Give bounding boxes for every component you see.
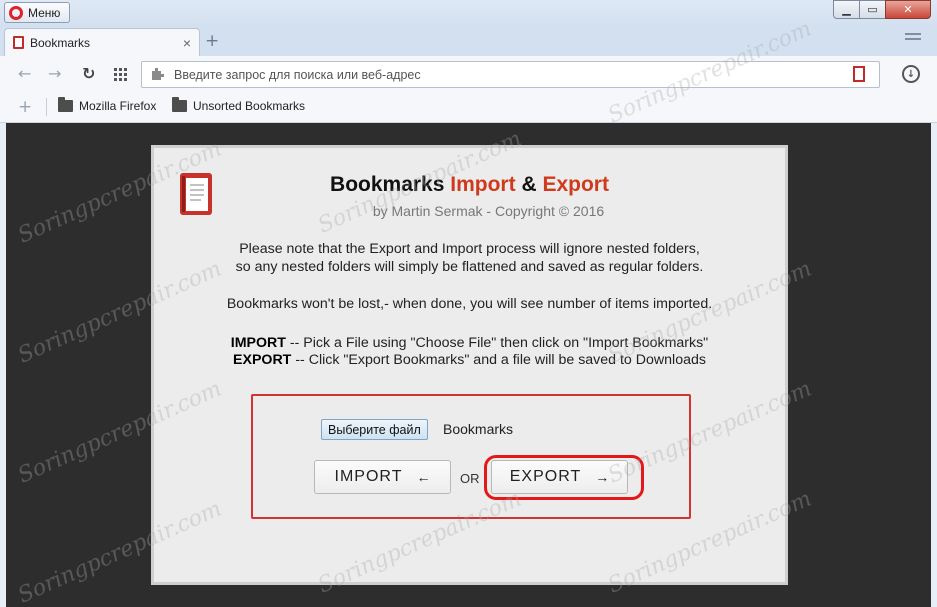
menu-label: Меню <box>28 5 61 20</box>
import-instruction-label: IMPORT <box>230 335 286 351</box>
choose-file-button[interactable]: Выберите файл <box>321 419 428 440</box>
left-arrow-icon: ← <box>416 469 431 485</box>
reload-icon[interactable]: ↻ <box>82 64 95 83</box>
export-instruction-text: -- Click "Export Bookmarks" and a file w… <box>295 352 706 368</box>
folder-icon <box>172 97 187 112</box>
export-instruction-label: EXPORT <box>233 352 292 368</box>
note-line-3: Bookmarks won't be lost,- when done, you… <box>226 296 713 312</box>
export-highlight-annotation <box>484 455 644 500</box>
minimize-button[interactable]: ▁ <box>833 0 860 19</box>
note-line-2: so any nested folders will simply be fla… <box>235 259 704 275</box>
bookmark-folder-label: Unsorted Bookmarks <box>193 99 306 113</box>
import-button[interactable]: IMPORT ← <box>314 460 451 494</box>
chosen-file-name: Bookmarks <box>443 421 514 437</box>
bookmarks-bar: + Mozilla Firefox Unsorted Bookmarks <box>0 92 937 123</box>
title-import: Import <box>450 173 516 196</box>
tab-bookmarks[interactable]: Bookmarks × <box>4 28 200 56</box>
page-title: Bookmarks Import & Export <box>154 173 785 197</box>
note-line-1: Please note that the Export and Import p… <box>239 241 700 257</box>
title-ampersand: & <box>521 173 537 196</box>
extension-card: Bookmarks Import & Export by Martin Serm… <box>151 145 788 585</box>
window-titlebar: Меню ▁ ▭ ✕ <box>0 0 937 26</box>
forward-arrow-icon[interactable]: → <box>48 64 61 83</box>
maximize-button[interactable]: ▭ <box>859 0 886 19</box>
tab-close-icon[interactable]: × <box>183 35 191 51</box>
tab-menu-icon[interactable] <box>905 33 921 46</box>
export-instruction: EXPORT -- Click "Export Bookmarks" and a… <box>154 351 785 369</box>
tab-title: Bookmarks <box>30 35 91 50</box>
import-instruction: IMPORT -- Pick a File using "Choose File… <box>154 334 785 352</box>
new-tab-plus-icon[interactable]: + <box>205 31 219 51</box>
navigation-bar: ← → ↻ ↓ <box>0 56 937 92</box>
or-label: OR <box>460 471 480 486</box>
import-instruction-text: -- Pick a File using "Choose File" then … <box>289 335 709 351</box>
bookmarks-divider <box>46 98 47 116</box>
extension-puzzle-icon <box>152 68 164 80</box>
folder-icon <box>58 97 73 112</box>
bookmark-extension-icon[interactable] <box>853 66 865 82</box>
page-subtitle: by Martin Sermak - Copyright © 2016 <box>372 203 605 219</box>
speed-dial-grid-icon[interactable] <box>114 68 127 81</box>
bookmark-folder-unsorted[interactable]: Unsorted Bookmarks <box>172 97 306 113</box>
window-controls: ▁ ▭ ✕ <box>833 0 931 19</box>
download-icon[interactable]: ↓ <box>902 65 920 83</box>
import-export-panel: Выберите файл Bookmarks IMPORT ← OR EXPO… <box>251 394 691 519</box>
import-button-label: IMPORT <box>334 468 403 485</box>
address-input[interactable] <box>174 65 824 84</box>
address-bar[interactable] <box>141 61 880 88</box>
title-bookmarks: Bookmarks <box>330 173 445 196</box>
opera-menu-button[interactable]: Меню <box>4 2 70 23</box>
tab-strip: Bookmarks × + <box>0 26 937 56</box>
opera-logo-icon <box>9 5 23 20</box>
add-bookmark-plus-icon[interactable]: + <box>18 97 32 117</box>
bookmark-folder-mozilla-firefox[interactable]: Mozilla Firefox <box>58 97 157 113</box>
close-button[interactable]: ✕ <box>885 0 931 19</box>
back-arrow-icon[interactable]: ← <box>18 64 31 83</box>
bookmark-folder-label: Mozilla Firefox <box>79 99 157 113</box>
title-export: Export <box>542 173 609 196</box>
bookmark-favicon-icon <box>13 36 24 49</box>
